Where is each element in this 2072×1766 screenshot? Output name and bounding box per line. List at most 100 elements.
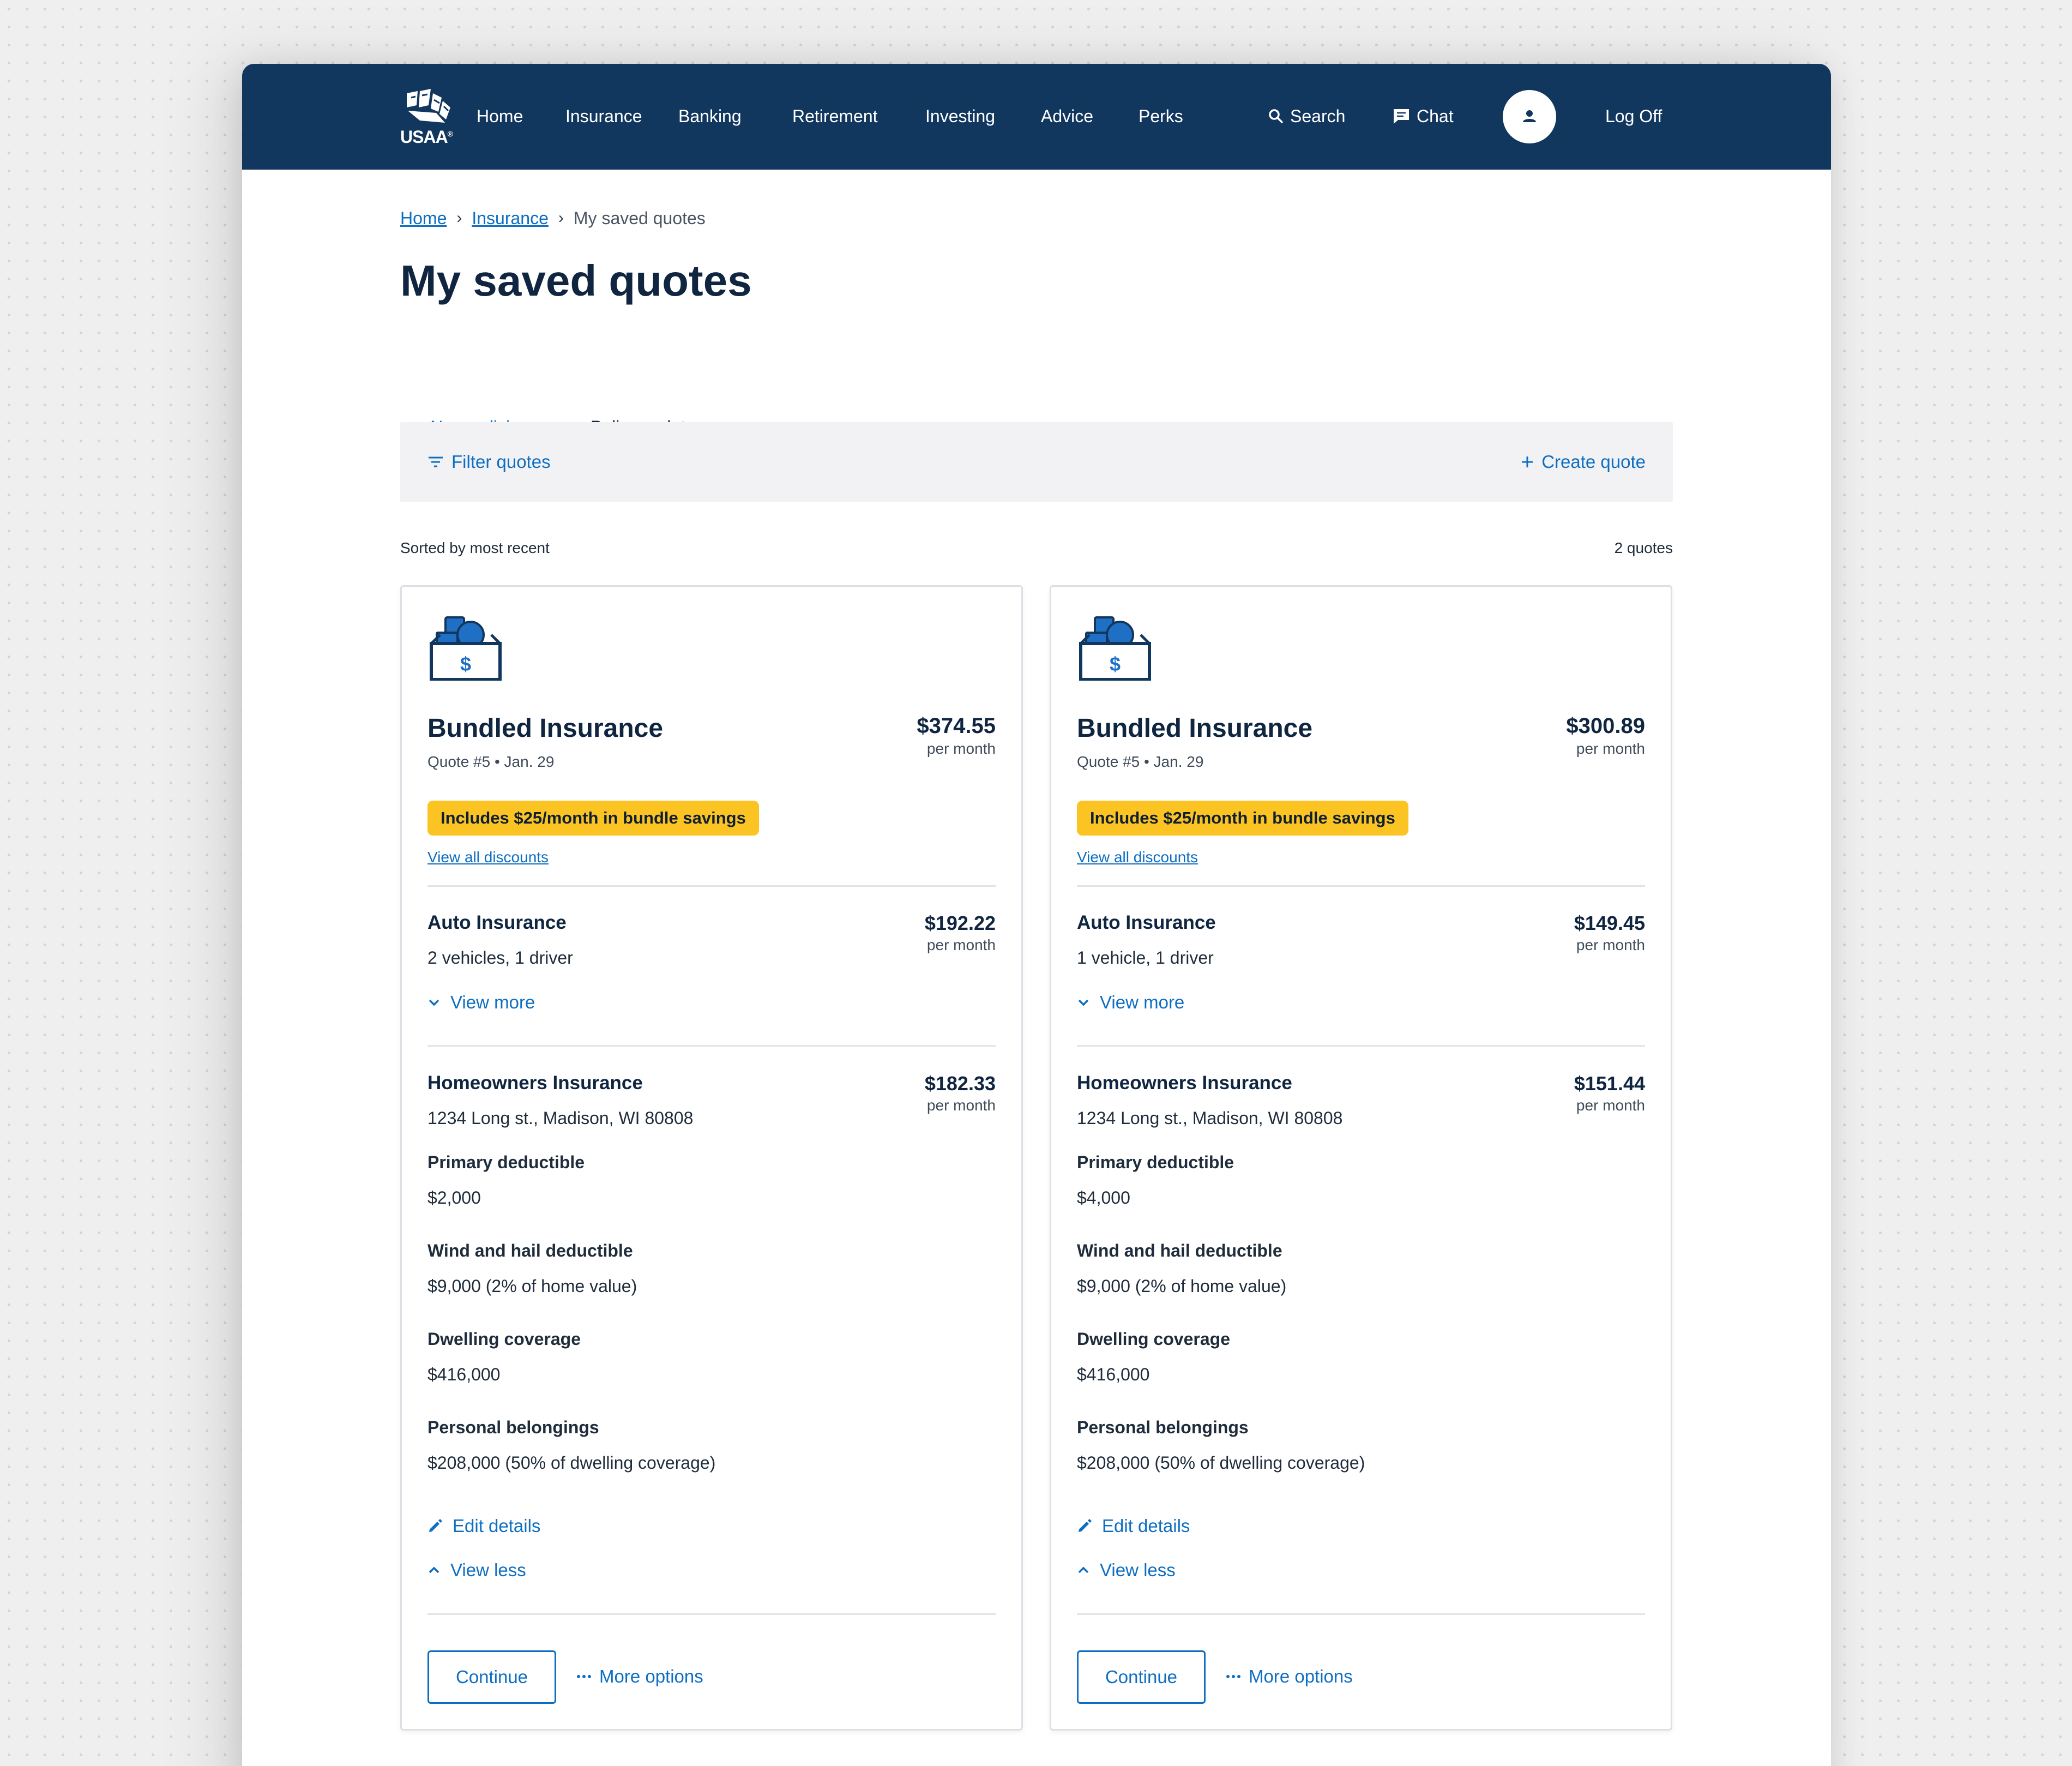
ellipsis-icon <box>577 1675 591 1678</box>
home-price: $151.44 per month <box>1574 1071 1645 1115</box>
create-quote-label: Create quote <box>1541 452 1646 472</box>
logoff-link[interactable]: Log Off <box>1605 104 1662 128</box>
user-icon <box>1523 110 1536 122</box>
dwelling-coverage-value: $416,000 <box>1077 1365 1150 1384</box>
chevron-right-icon: › <box>456 209 462 227</box>
top-navigation: USAA® Home Insurance Banking Retirement … <box>242 64 1831 170</box>
nav-investing[interactable]: Investing <box>925 104 995 128</box>
nav-home[interactable]: Home <box>477 104 523 128</box>
primary-deductible-label: Primary deductible <box>427 1152 585 1172</box>
divider <box>427 1045 996 1047</box>
personal-belongings-label: Personal belongings <box>1077 1417 1249 1437</box>
view-more-label: View more <box>1100 992 1185 1012</box>
filter-bar: Filter quotes Create quote <box>400 422 1673 502</box>
sort-label: Sorted by most recent <box>400 539 550 556</box>
personal-belongings-value: $208,000 (50% of dwelling coverage) <box>1077 1453 1365 1473</box>
more-options-button[interactable]: More options <box>1226 1665 1353 1689</box>
bundle-price: $374.55 per month <box>917 712 996 758</box>
bundle-price-amount: $374.55 <box>917 714 996 738</box>
edit-details-label: Edit details <box>453 1516 541 1536</box>
svg-text:$: $ <box>1110 653 1121 675</box>
nav-banking[interactable]: Banking <box>678 104 742 128</box>
bundle-box-icon: $ <box>1079 613 1152 683</box>
breadcrumb: Home › Insurance › My saved quotes <box>400 207 706 230</box>
search-icon <box>1269 109 1284 124</box>
dwelling-coverage-label: Dwelling coverage <box>427 1329 581 1349</box>
edit-details-button[interactable]: Edit details <box>1077 1514 1190 1538</box>
eagle-logo-icon <box>407 89 450 123</box>
primary-deductible-value: $2,000 <box>427 1188 481 1208</box>
continue-button[interactable]: Continue <box>427 1650 556 1704</box>
auto-price-amount: $192.22 <box>924 912 996 934</box>
page-title: My saved quotes <box>400 256 752 305</box>
nav-search-label: Search <box>1290 106 1346 126</box>
per-month-label: per month <box>926 1097 996 1114</box>
home-address: 1234 Long st., Madison, WI 80808 <box>1077 1108 1343 1128</box>
personal-belongings-value: $208,000 (50% of dwelling coverage) <box>427 1453 716 1473</box>
profile-button[interactable] <box>1503 90 1556 143</box>
more-options-label: More options <box>599 1666 703 1686</box>
usaa-logo[interactable]: USAA® <box>400 89 455 149</box>
chevron-up-icon <box>1078 1566 1089 1573</box>
app-window: USAA® Home Insurance Banking Retirement … <box>242 64 1831 1766</box>
view-all-discounts-link[interactable]: View all discounts <box>427 848 549 867</box>
divider <box>1077 885 1645 887</box>
per-month-label: per month <box>1576 1097 1645 1114</box>
view-less-label: View less <box>450 1560 526 1580</box>
dwelling-coverage-label: Dwelling coverage <box>1077 1329 1230 1349</box>
wind-hail-deductible-label: Wind and hail deductible <box>427 1241 633 1260</box>
auto-price-amount: $149.45 <box>1574 912 1645 934</box>
divider <box>1077 1045 1645 1047</box>
dwelling-coverage-value: $416,000 <box>427 1365 501 1384</box>
nav-advice[interactable]: Advice <box>1041 104 1093 128</box>
nav-retirement[interactable]: Retirement <box>792 104 878 128</box>
logo-text: USAA® <box>400 127 453 147</box>
more-options-button[interactable]: More options <box>576 1665 703 1689</box>
view-less-button[interactable]: View less <box>427 1558 526 1582</box>
bundle-savings-badge: Includes $25/month in bundle savings <box>427 801 759 836</box>
filter-quotes-button[interactable]: Filter quotes <box>427 448 551 476</box>
home-price-amount: $182.33 <box>924 1072 996 1095</box>
breadcrumb-home[interactable]: Home <box>400 207 447 230</box>
chevron-down-icon <box>429 999 439 1006</box>
wind-hail-deductible-value: $9,000 (2% of home value) <box>427 1276 637 1296</box>
bundle-title: Bundled Insurance <box>427 714 664 743</box>
chevron-right-icon: › <box>558 209 564 227</box>
view-more-button[interactable]: View more <box>1077 990 1184 1014</box>
divider <box>427 1613 996 1615</box>
per-month-label: per month <box>1576 740 1645 757</box>
pencil-icon <box>429 1519 442 1532</box>
per-month-label: per month <box>1576 936 1645 953</box>
continue-button[interactable]: Continue <box>1077 1650 1206 1704</box>
chevron-down-icon <box>1078 999 1089 1006</box>
homeowners-insurance-title: Homeowners Insurance <box>427 1072 643 1094</box>
wind-hail-deductible-label: Wind and hail deductible <box>1077 1241 1282 1260</box>
divider <box>427 885 996 887</box>
nav-insurance[interactable]: Insurance <box>565 104 642 128</box>
chat-bubble-icon <box>1394 109 1409 124</box>
auto-insurance-title: Auto Insurance <box>427 912 567 933</box>
primary-deductible-label: Primary deductible <box>1077 1152 1234 1172</box>
view-all-discounts-link[interactable]: View all discounts <box>1077 848 1198 867</box>
filter-quotes-label: Filter quotes <box>451 452 551 472</box>
breadcrumb-insurance[interactable]: Insurance <box>472 207 549 230</box>
create-quote-button[interactable]: Create quote <box>1521 448 1646 476</box>
nav-chat[interactable]: Chat <box>1393 104 1454 128</box>
bundle-price-amount: $300.89 <box>1566 714 1645 738</box>
home-address: 1234 Long st., Madison, WI 80808 <box>427 1108 694 1128</box>
pencil-icon <box>1079 1519 1092 1532</box>
view-less-button[interactable]: View less <box>1077 1558 1176 1582</box>
quote-meta: Quote #5 • Jan. 29 <box>427 753 555 770</box>
personal-belongings-label: Personal belongings <box>427 1417 599 1437</box>
breadcrumb-current: My saved quotes <box>573 208 706 228</box>
view-more-button[interactable]: View more <box>427 990 535 1014</box>
nav-perks[interactable]: Perks <box>1139 104 1183 128</box>
quote-card: $ Bundled Insurance Quote #5 • Jan. 29 $… <box>1050 585 1672 1731</box>
quote-meta: Quote #5 • Jan. 29 <box>1077 753 1204 770</box>
edit-details-button[interactable]: Edit details <box>427 1514 540 1538</box>
auto-insurance-title: Auto Insurance <box>1077 912 1216 933</box>
per-month-label: per month <box>926 740 996 757</box>
bundle-price: $300.89 per month <box>1566 712 1645 758</box>
nav-search[interactable]: Search <box>1268 104 1345 128</box>
per-month-label: per month <box>926 936 996 953</box>
